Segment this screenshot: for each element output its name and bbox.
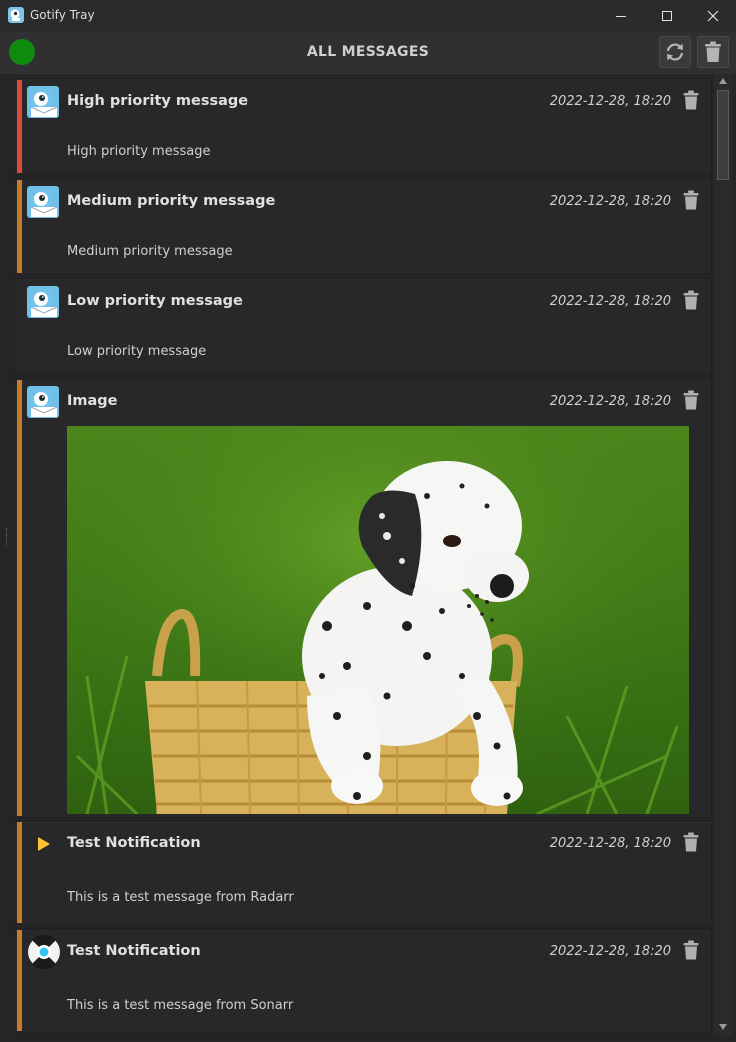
message-title: Image	[67, 393, 118, 409]
message-body: This is a test message from Sonarr	[67, 998, 294, 1013]
message-title: Low priority message	[67, 293, 243, 309]
message-date: 2022-12-28, 18:20	[549, 394, 671, 409]
priority-indicator-medium	[17, 380, 22, 816]
message-card: Test Notification 2022-12-28, 18:20 This…	[14, 820, 712, 925]
scrollbar-thumb[interactable]	[717, 90, 729, 180]
maximize-icon	[662, 10, 672, 21]
priority-indicator-medium	[17, 822, 22, 923]
gotify-icon	[27, 186, 59, 218]
message-title: High priority message	[67, 93, 249, 109]
trash-icon[interactable]	[683, 832, 699, 852]
message-image	[67, 426, 689, 814]
messages-header: ALL MESSAGES	[0, 31, 736, 74]
radarr-icon	[38, 837, 50, 851]
scroll-down-button[interactable]	[718, 1022, 728, 1032]
close-button[interactable]	[690, 0, 736, 31]
dalmatian-puppy-image	[67, 426, 689, 814]
message-card: Image 2022-12-28, 18:20	[14, 378, 712, 818]
trash-icon[interactable]	[683, 290, 699, 310]
message-card: Medium priority message 2022-12-28, 18:2…	[14, 178, 712, 275]
gotify-app-icon	[8, 7, 24, 23]
message-date: 2022-12-28, 18:20	[549, 94, 671, 109]
trash-icon[interactable]	[683, 940, 699, 960]
splitter-handle[interactable]	[6, 528, 9, 546]
refresh-icon	[666, 43, 684, 61]
message-body: Medium priority message	[67, 244, 233, 259]
window-titlebar: Gotify Tray	[0, 0, 736, 32]
close-icon	[707, 10, 719, 21]
arrow-up-icon	[719, 78, 727, 84]
arrow-down-icon	[719, 1024, 727, 1030]
minimize-icon	[616, 15, 626, 17]
gotify-icon	[27, 86, 59, 118]
trash-icon[interactable]	[683, 90, 699, 110]
delete-all-button[interactable]	[697, 36, 729, 68]
window-title: Gotify Tray	[30, 8, 95, 22]
gotify-icon	[27, 286, 59, 318]
message-card: Low priority message 2022-12-28, 18:20 L…	[14, 278, 712, 375]
message-title: Medium priority message	[67, 193, 276, 209]
message-title: Test Notification	[67, 943, 201, 959]
priority-indicator-medium	[17, 930, 22, 1031]
trash-icon[interactable]	[683, 190, 699, 210]
priority-indicator-medium	[17, 180, 22, 273]
maximize-button[interactable]	[644, 0, 690, 31]
gotify-icon	[27, 386, 59, 418]
message-date: 2022-12-28, 18:20	[549, 194, 671, 209]
message-card: Test Notification 2022-12-28, 18:20 This…	[14, 928, 712, 1033]
refresh-button[interactable]	[659, 36, 691, 68]
message-title: Test Notification	[67, 835, 201, 851]
message-date: 2022-12-28, 18:20	[549, 294, 671, 309]
minimize-button[interactable]	[598, 0, 644, 31]
message-card: High priority message 2022-12-28, 18:20 …	[14, 78, 712, 175]
trash-icon[interactable]	[683, 390, 699, 410]
message-list[interactable]: High priority message 2022-12-28, 18:20 …	[10, 74, 714, 1036]
priority-indicator-low	[17, 280, 22, 373]
message-body: This is a test message from Radarr	[67, 890, 294, 905]
message-date: 2022-12-28, 18:20	[549, 836, 671, 851]
message-body: High priority message	[67, 144, 211, 159]
message-date: 2022-12-28, 18:20	[549, 944, 671, 959]
sonarr-icon	[28, 935, 60, 969]
vertical-scrollbar[interactable]	[714, 74, 732, 1036]
trash-icon	[705, 41, 721, 62]
priority-indicator-high	[17, 80, 22, 173]
scroll-up-button[interactable]	[718, 76, 728, 86]
page-title: ALL MESSAGES	[306, 44, 430, 60]
message-body: Low priority message	[67, 344, 207, 359]
